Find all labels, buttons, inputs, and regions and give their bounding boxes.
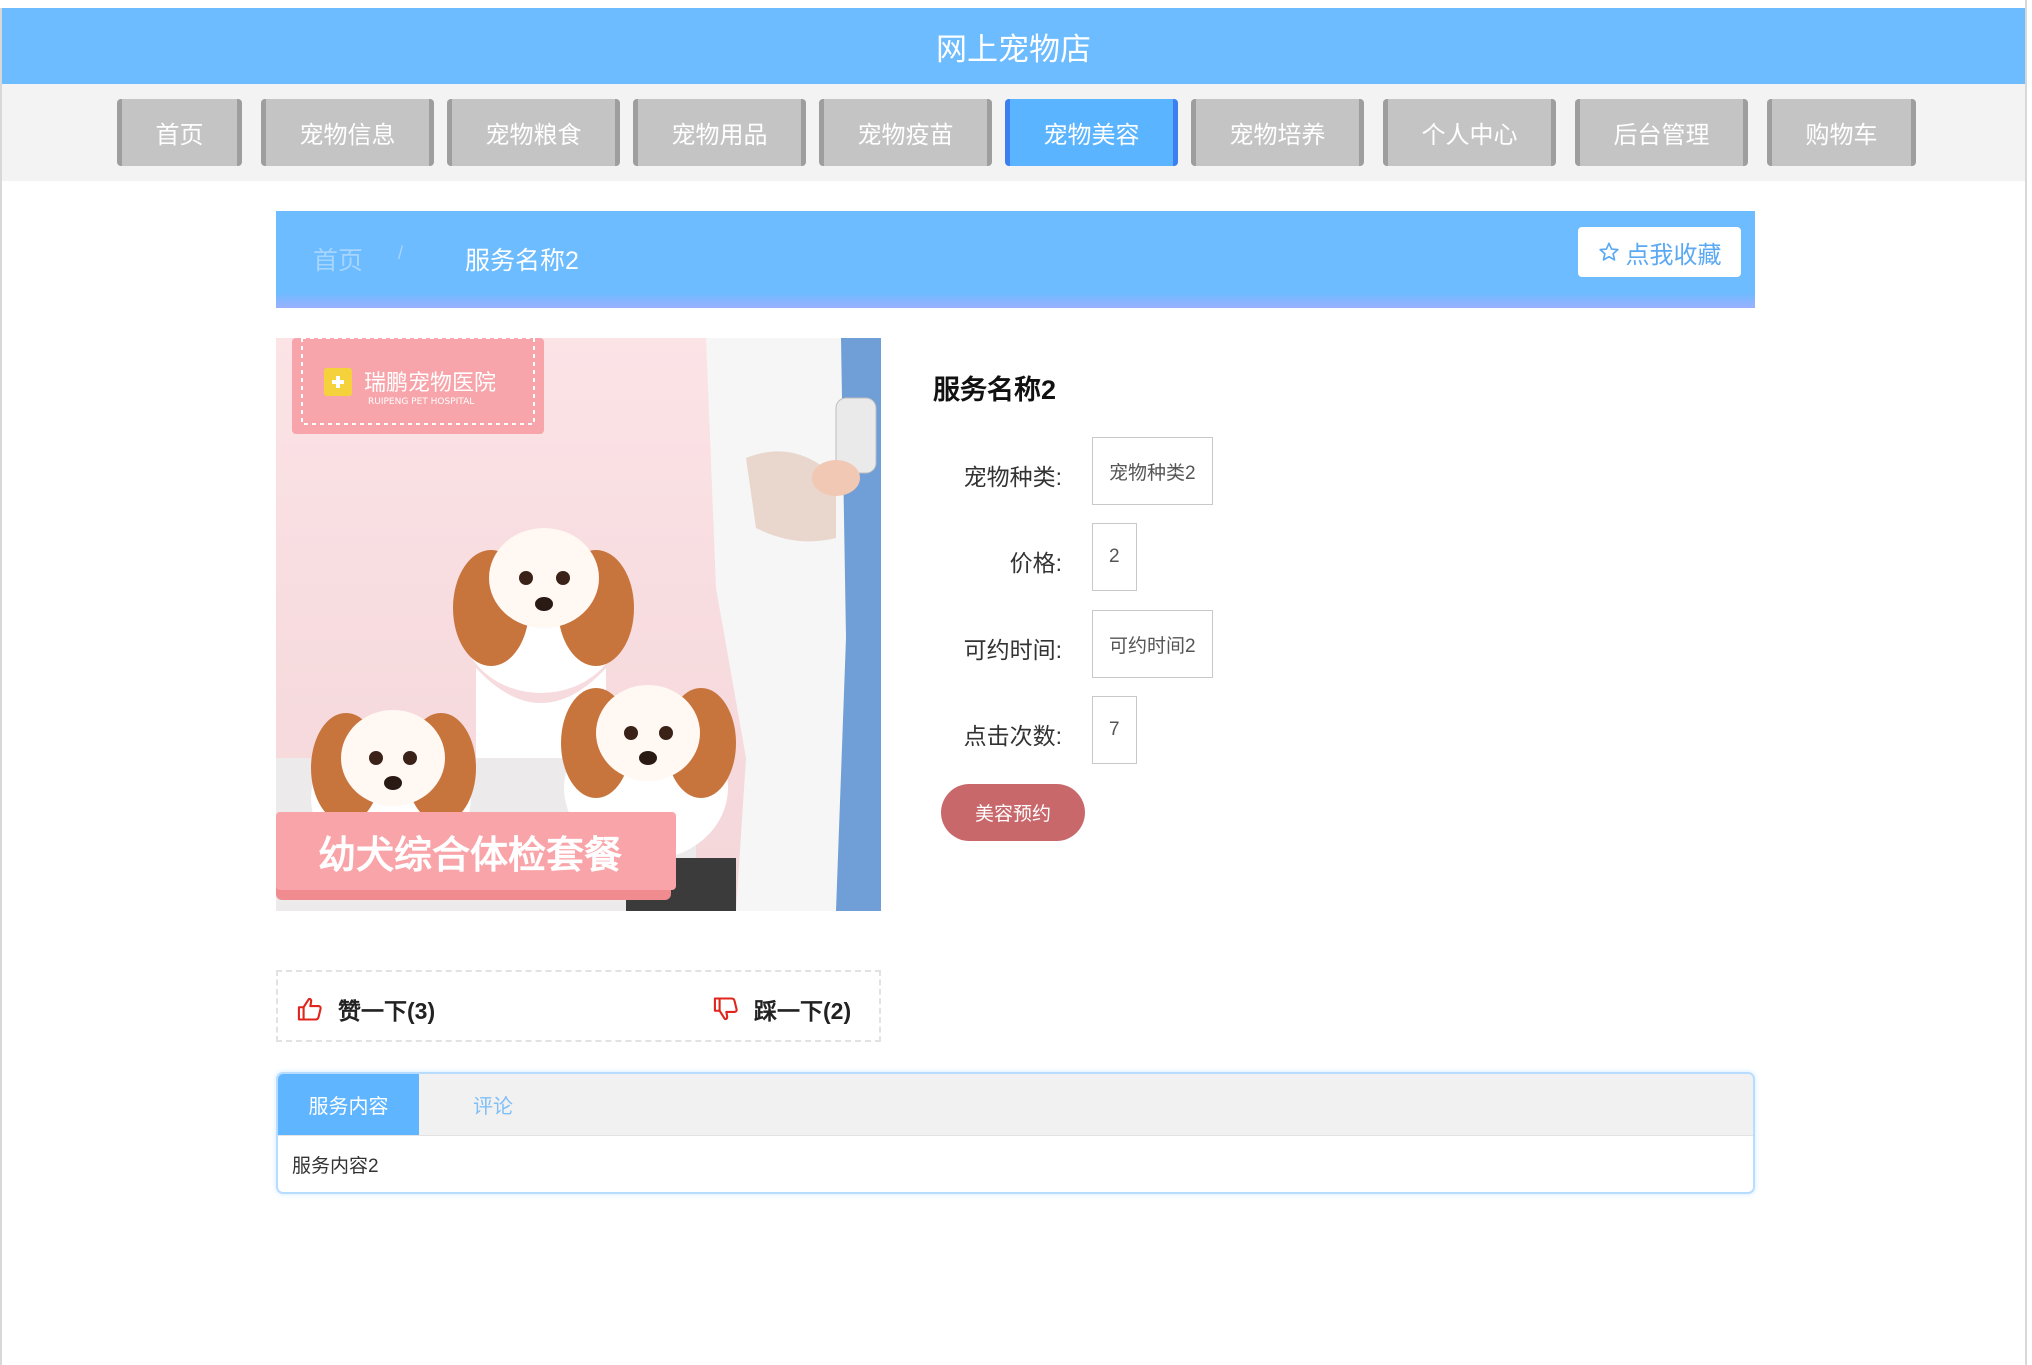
product-title: 服务名称2	[933, 375, 1057, 405]
left-border	[0, 8, 2, 1365]
field-label-click-count: 点击次数:	[963, 723, 1062, 749]
site-header: 网上宠物店	[2, 8, 2025, 84]
favorite-button-label: 点我收藏	[1625, 241, 1722, 269]
tab-bar: 服务内容 评论	[278, 1074, 1753, 1136]
tab-label: 评论	[473, 1096, 513, 1118]
image-banner-text: 幼犬综合体检套餐	[318, 833, 622, 877]
nav-item-cart[interactable]: 购物车	[1767, 99, 1916, 166]
dislike-button[interactable]: 踩一下(2)	[712, 992, 851, 1026]
field-value-price: 2	[1092, 523, 1137, 591]
like-button[interactable]: 赞一下(3)	[296, 992, 435, 1026]
product-photo: 瑞鹏宠物医院 RUIPENG PET HOSPITAL 幼犬综合体检套餐	[276, 338, 881, 911]
tab-label: 服务内容	[308, 1096, 389, 1118]
nav-item-pet-supplies[interactable]: 宠物用品	[633, 99, 806, 166]
nav-item-label: 宠物粮食	[485, 122, 582, 149]
like-label: 赞一下(3)	[338, 998, 436, 1024]
window-top-strip	[0, 0, 2032, 8]
detail-tabs: 服务内容 评论 服务内容2	[276, 1072, 1755, 1194]
image-logo-cn: 瑞鹏宠物医院	[364, 371, 496, 396]
nav-item-label: 个人中心	[1421, 122, 1518, 149]
nav-item-label: 宠物美容	[1043, 122, 1140, 149]
nav-item-pet-vaccine[interactable]: 宠物疫苗	[819, 99, 992, 166]
thumbs-up-icon	[297, 997, 322, 1021]
field-label-available-time: 可约时间:	[963, 637, 1062, 663]
nav-item-label: 宠物信息	[299, 122, 396, 149]
image-logo-en: RUIPENG PET HOSPITAL	[368, 397, 474, 407]
favorite-button[interactable]: 点我收藏	[1578, 227, 1741, 277]
main-nav: 首页 宠物信息 宠物粮食 宠物用品 宠物疫苗 宠物美容 宠物培养 个人中心 后台…	[2, 84, 2025, 181]
field-label-price: 价格:	[1009, 550, 1062, 576]
nav-item-admin[interactable]: 后台管理	[1575, 99, 1748, 166]
product-image: 瑞鹏宠物医院 RUIPENG PET HOSPITAL 幼犬综合体检套餐	[276, 338, 881, 911]
thumbs-down-icon	[713, 997, 738, 1021]
nav-item-label: 宠物培养	[1229, 122, 1326, 149]
breadcrumb: 首页 / 服务名称2 点我收藏	[276, 211, 1755, 308]
star-outline-icon	[1598, 242, 1619, 261]
right-border	[2025, 0, 2032, 1365]
site-title: 网上宠物店	[936, 31, 1091, 67]
nav-item-pet-training[interactable]: 宠物培养	[1191, 99, 1364, 166]
field-value-available-time: 可约时间2	[1092, 610, 1213, 678]
nav-item-label: 首页	[155, 122, 204, 149]
dislike-label: 踩一下(2)	[754, 998, 852, 1024]
breadcrumb-separator: /	[398, 243, 404, 263]
nav-item-label: 购物车	[1805, 122, 1878, 149]
tab-service-content[interactable]: 服务内容	[278, 1074, 419, 1135]
nav-item-label: 后台管理	[1613, 122, 1710, 149]
breadcrumb-current: 服务名称2	[465, 247, 579, 275]
nav-item-pet-info[interactable]: 宠物信息	[261, 99, 434, 166]
breadcrumb-home-link[interactable]: 首页	[313, 241, 363, 277]
nav-item-home[interactable]: 首页	[117, 99, 242, 166]
field-label-pet-type: 宠物种类:	[963, 464, 1062, 490]
nav-item-label: 宠物用品	[671, 122, 768, 149]
field-value-pet-type: 宠物种类2	[1092, 437, 1213, 505]
book-grooming-button[interactable]: 美容预约	[941, 784, 1085, 841]
nav-item-label: 宠物疫苗	[857, 122, 954, 149]
nav-item-personal-center[interactable]: 个人中心	[1383, 99, 1556, 166]
field-value-click-count: 7	[1092, 696, 1137, 764]
nav-item-pet-food[interactable]: 宠物粮食	[447, 99, 620, 166]
tab-comments[interactable]: 评论	[419, 1074, 567, 1135]
nav-item-pet-grooming[interactable]: 宠物美容	[1005, 99, 1178, 166]
tab-content-text: 服务内容2	[292, 1156, 379, 1177]
vote-box: 赞一下(3) 踩一下(2)	[276, 970, 881, 1042]
